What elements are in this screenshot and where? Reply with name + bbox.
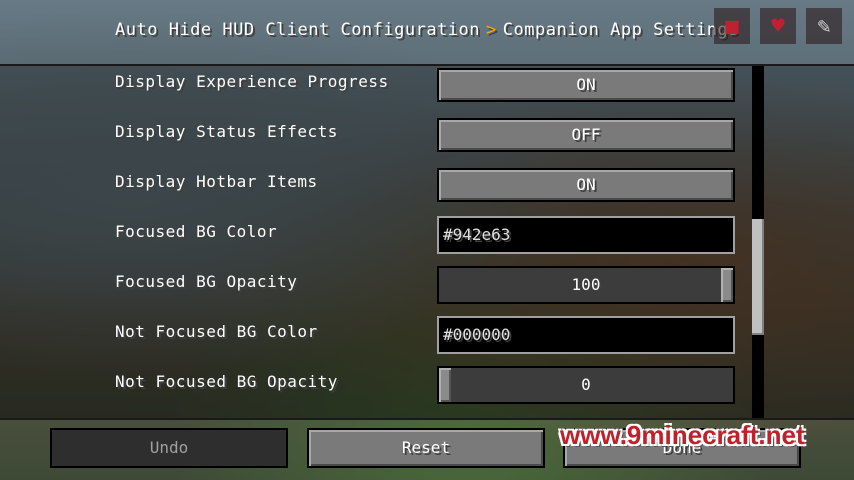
watermark-logo: www.9minecraft.net: [560, 420, 805, 450]
slider-handle[interactable]: [721, 268, 733, 302]
settings-list[interactable]: Display Experience Progress ON Display S…: [0, 64, 854, 420]
reset-button[interactable]: Reset: [307, 428, 545, 468]
breadcrumb-root[interactable]: Auto Hide HUD Client Configuration: [115, 20, 480, 40]
setting-label: Not Focused BG Opacity: [115, 372, 338, 391]
hotbar-items-toggle[interactable]: ON: [437, 168, 735, 202]
setting-row-not-focused-bg-color: Not Focused BG Color #000000: [0, 314, 854, 354]
focused-bg-opacity-slider[interactable]: 100: [437, 266, 735, 304]
status-effects-toggle[interactable]: OFF: [437, 118, 735, 152]
pen-icon[interactable]: ✎: [806, 8, 842, 44]
breadcrumb-current: Companion App Settings: [502, 20, 739, 40]
setting-label: Display Hotbar Items: [115, 172, 318, 191]
setting-row-status-effects: Display Status Effects OFF: [0, 116, 854, 154]
not-focused-bg-opacity-slider[interactable]: 0: [437, 366, 735, 404]
scrollbar-thumb[interactable]: [752, 219, 764, 336]
setting-row-focused-bg-color: Focused BG Color #942e63: [0, 214, 854, 254]
setting-label: Display Experience Progress: [115, 72, 389, 91]
heart-icon[interactable]: ♥: [760, 8, 796, 44]
setting-label: Focused BG Color: [115, 222, 278, 241]
setting-label: Display Status Effects: [115, 122, 338, 141]
unknown-red-icon[interactable]: ■: [714, 8, 750, 44]
slider-handle[interactable]: [439, 368, 451, 402]
setting-row-focused-bg-opacity: Focused BG Opacity 100: [0, 264, 854, 304]
top-icon-bar: ■ ♥ ✎: [714, 8, 842, 44]
setting-row-not-focused-bg-opacity: Not Focused BG Opacity 0: [0, 364, 854, 404]
slider-value: 0: [581, 375, 591, 394]
breadcrumb-separator-icon: >: [486, 20, 497, 40]
experience-progress-toggle[interactable]: ON: [437, 68, 735, 102]
setting-row-experience-progress: Display Experience Progress ON: [0, 66, 854, 104]
setting-label: Focused BG Opacity: [115, 272, 298, 291]
undo-button[interactable]: Undo: [50, 428, 288, 468]
setting-row-hotbar-items: Display Hotbar Items ON: [0, 166, 854, 204]
setting-label: Not Focused BG Color: [115, 322, 318, 341]
not-focused-bg-color-field[interactable]: #000000: [437, 316, 735, 354]
slider-value: 100: [571, 275, 601, 294]
focused-bg-color-field[interactable]: #942e63: [437, 216, 735, 254]
